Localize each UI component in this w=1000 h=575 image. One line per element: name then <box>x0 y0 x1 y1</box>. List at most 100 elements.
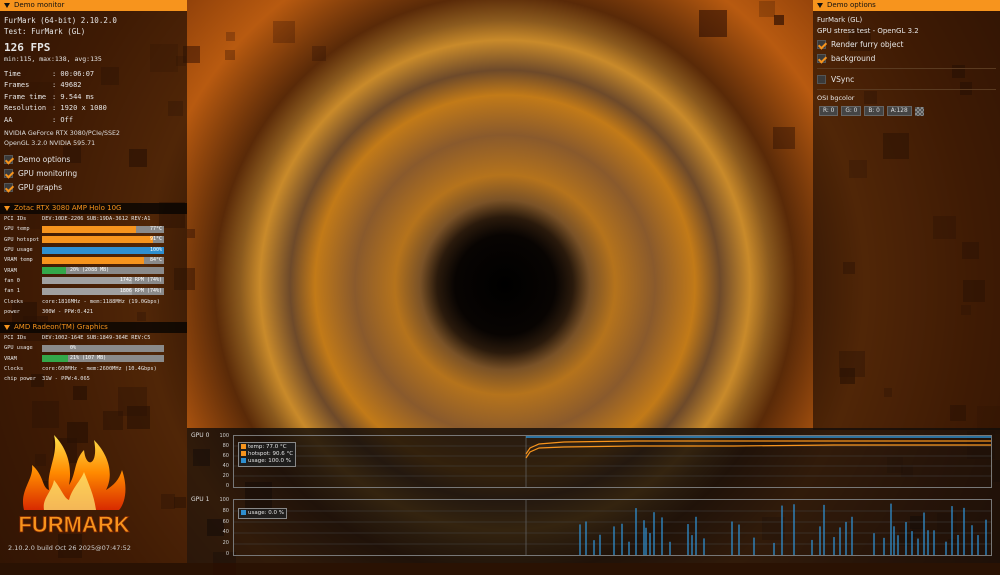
metric-key: VRAM temp <box>4 257 42 263</box>
axis-tick-label: 0 <box>215 551 229 557</box>
checkbox-row[interactable]: background <box>813 51 1000 65</box>
gpu1-bars: GPU usage0%VRAM21% (107 MB) <box>0 343 187 364</box>
gpu0-clocks-row: Clockscore:1816MHz - mem:1188MHz (19.0Gb… <box>0 296 187 306</box>
metric-bar: 0% <box>42 345 164 352</box>
graph0-label: GPU 0 <box>191 432 209 439</box>
metric-row: fan 01742 RPM (74%) <box>0 276 187 286</box>
metric-bar: 100% <box>42 247 164 254</box>
checkbox-row[interactable]: Demo options <box>0 152 187 166</box>
power-value: 300W - PPW:0.421 <box>42 309 93 315</box>
green-channel-input[interactable]: G: 0 <box>841 106 861 116</box>
axis-tick-label: 100 <box>215 497 229 503</box>
stat-value: : 00:06:07 <box>52 70 94 78</box>
power-value: 31W - PPW:4.065 <box>42 376 90 382</box>
graph0-legend: temp: 77.0 °Chotspot: 90.6 °Cusage: 100.… <box>238 442 296 467</box>
divider <box>817 68 996 69</box>
metric-bar: 84°C <box>42 257 164 264</box>
background-tile <box>187 229 196 238</box>
metric-key: fan 1 <box>4 288 42 294</box>
app-version: FurMark (64-bit) 2.10.2.0 <box>0 15 187 26</box>
graph1-plot: usage: 0.0 % <box>233 499 992 556</box>
metric-bar-label: 100% <box>150 247 162 254</box>
checkbox-row[interactable]: GPU monitoring <box>0 166 187 180</box>
metric-bar: 91°C <box>42 236 164 243</box>
checkbox[interactable] <box>817 40 826 49</box>
axis-tick-label: 100 <box>215 433 229 439</box>
metric-bar-label: 1742 RPM (74%) <box>120 277 162 284</box>
stat-key: Frame time <box>4 92 52 104</box>
metric-bar-label: 20% (2088 MB) <box>70 267 109 274</box>
metric-bar: 20% (2088 MB) <box>42 267 164 274</box>
legend-text: usage: 0.0 % <box>248 510 284 516</box>
checkbox[interactable] <box>4 183 13 192</box>
blue-channel-input[interactable]: B: 0 <box>864 106 883 116</box>
color-swatch[interactable] <box>915 107 924 116</box>
stat-value: : 49682 <box>52 81 82 89</box>
clocks-key: Clocks <box>4 366 42 372</box>
vsync-label: VSync <box>831 75 854 84</box>
legend-entry: usage: 0.0 % <box>241 510 284 517</box>
metric-row: VRAM 20% (2088 MB) <box>0 265 187 275</box>
graph0-svg <box>234 436 991 487</box>
options-checkboxes: Render furry objectbackground <box>813 37 1000 65</box>
checkbox-row[interactable]: GPU graphs <box>0 180 187 194</box>
metric-row: VRAM21% (107 MB) <box>0 354 187 364</box>
demo-options-panel: Demo options FurMark (GL) GPU stress tes… <box>813 0 1000 430</box>
metric-key: VRAM <box>4 268 42 274</box>
metric-key: GPU usage <box>4 247 42 253</box>
pci-value: DEV:10DE-2206 SUB:19DA-3612 REV:A1 <box>42 216 150 222</box>
metric-bar: 1806 RPM (74%) <box>42 288 164 295</box>
red-channel-input[interactable]: R: 0 <box>819 106 838 116</box>
legend-text: temp: 77.0 °C <box>248 444 287 450</box>
axis-tick-label: 60 <box>215 453 229 459</box>
osi-bgcolor-label: OSI bgcolor <box>813 93 1000 104</box>
build-info: 2.10.2.0 build Oct 26 2025@07:47:52 <box>8 544 131 552</box>
vsync-box[interactable] <box>817 75 826 84</box>
hotspot-series-line <box>526 441 991 454</box>
background-tile <box>312 46 326 60</box>
pci-key: PCI IDs <box>4 216 42 222</box>
gpu1-title[interactable]: AMD Radeon(TM) Graphics <box>0 322 187 333</box>
stat-key: AA <box>4 115 52 127</box>
demo-monitor-header[interactable]: Demo monitor <box>0 0 187 11</box>
axis-tick-label: 0 <box>215 483 229 489</box>
axis-tick-label: 20 <box>215 540 229 546</box>
gpu0-title[interactable]: Zotac RTX 3080 AMP Holo 10G <box>0 203 187 214</box>
metric-row: GPU temp77°C <box>0 224 187 234</box>
metric-key: GPU hotspot <box>4 237 42 243</box>
graph1-legend: usage: 0.0 % <box>238 508 287 519</box>
stat-key: Frames <box>4 80 52 92</box>
gpu1-power-row: chip power31W - PPW:4.065 <box>0 374 187 384</box>
background-tile <box>699 10 727 38</box>
legend-swatch <box>241 458 246 463</box>
checkbox[interactable] <box>817 54 826 63</box>
power-key: power <box>4 309 42 315</box>
fps-readout: 126 FPS <box>0 41 187 54</box>
metric-key: VRAM <box>4 356 42 362</box>
gpu1-clocks-row: Clockscore:600MHz - mem:2600MHz (10.4Gbp… <box>0 364 187 374</box>
clocks-value: core:600MHz - mem:2600MHz (10.4Gbps) <box>42 366 157 372</box>
background-tile <box>773 127 795 149</box>
axis-tick-label: 40 <box>215 529 229 535</box>
metric-bar-fill <box>42 236 153 243</box>
metric-bar-fill <box>42 277 132 284</box>
axis-tick-label: 80 <box>215 443 229 449</box>
pci-value: DEV:1002-164E SUB:1849-364E REV:C5 <box>42 335 150 341</box>
vsync-checkbox[interactable]: VSync <box>813 72 1000 86</box>
checkbox[interactable] <box>4 155 13 164</box>
metric-bar-fill <box>42 288 132 295</box>
background-tile <box>774 15 783 24</box>
metric-row: VRAM temp84°C <box>0 255 187 265</box>
axis-tick-label: 60 <box>215 519 229 525</box>
background-tile <box>226 32 235 41</box>
metric-row: GPU usage 100% <box>0 245 187 255</box>
demo-options-header[interactable]: Demo options <box>813 0 1000 11</box>
divider <box>817 89 996 90</box>
alpha-channel-input[interactable]: A:128 <box>887 106 912 116</box>
legend-entry: temp: 77.0 °C <box>241 444 293 451</box>
gpu0-pci-row: PCI IDsDEV:10DE-2206 SUB:19DA-3612 REV:A… <box>0 214 187 224</box>
graph1-label: GPU 1 <box>191 496 209 503</box>
metric-bar: 1742 RPM (74%) <box>42 277 164 284</box>
checkbox[interactable] <box>4 169 13 178</box>
checkbox-row[interactable]: Render furry object <box>813 37 1000 51</box>
